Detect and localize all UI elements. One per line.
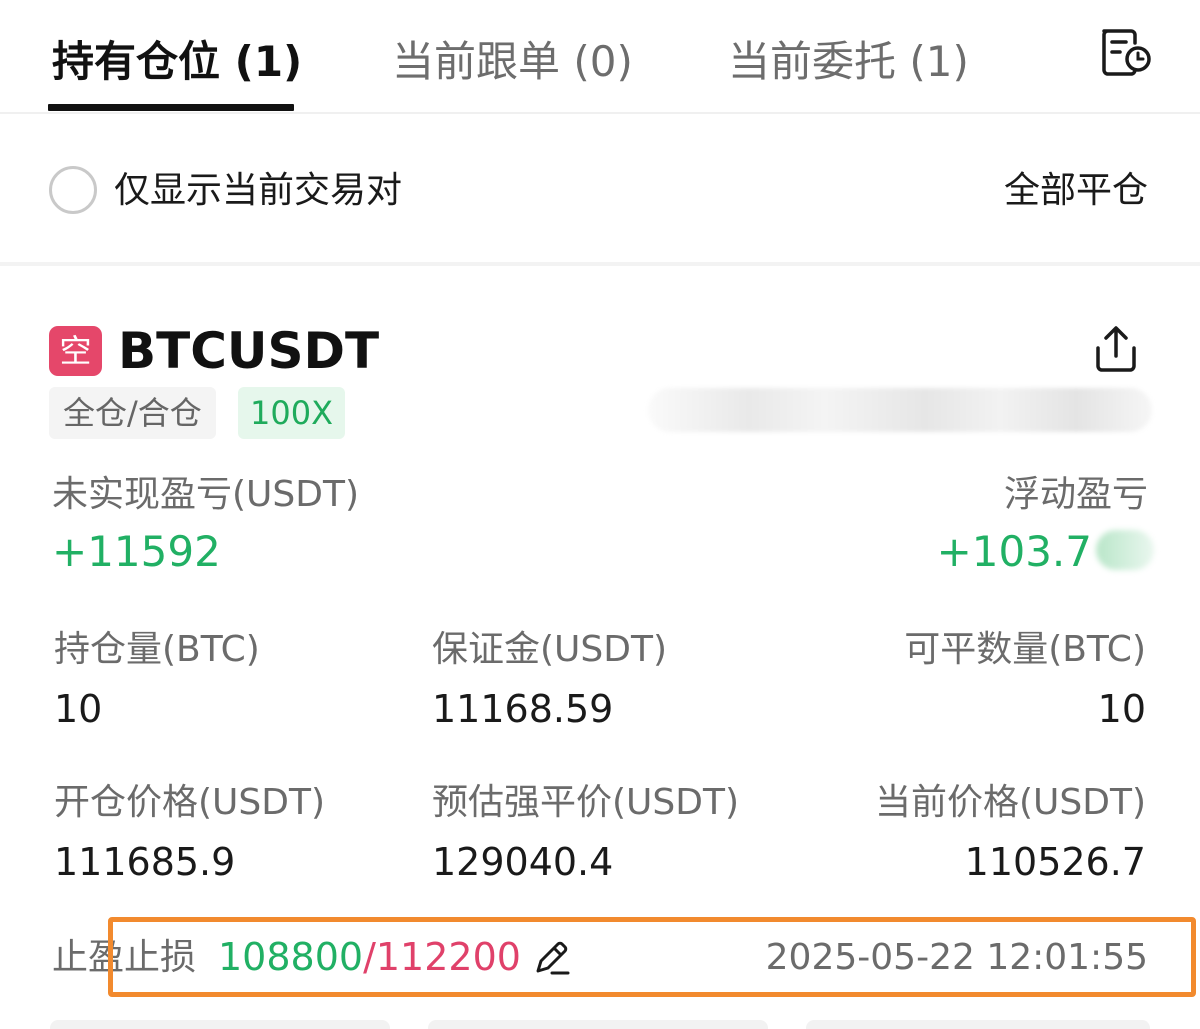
- order-history-icon[interactable]: [1098, 26, 1154, 78]
- redacted-info: [648, 388, 1152, 432]
- leverage-tag[interactable]: 100X: [238, 387, 345, 439]
- stop-loss-value: 112200: [375, 935, 521, 979]
- position-tabs: 持有仓位 (1) 当前跟单 (0) 当前委托 (1): [0, 0, 1200, 114]
- short-side-badge: 空: [49, 326, 102, 376]
- redacted-digits: [1096, 530, 1154, 570]
- margin-label: 保证金(USDT): [432, 629, 668, 670]
- share-icon[interactable]: [1092, 324, 1140, 374]
- size-value: 10: [54, 687, 103, 731]
- action-buttons-peek: [50, 1020, 1150, 1029]
- mark-price-value: 110526.7: [964, 840, 1146, 884]
- entry-price-label: 开仓价格(USDT): [54, 782, 326, 823]
- close-all-button[interactable]: 全部平仓: [1004, 168, 1148, 214]
- current-pair-only-radio[interactable]: [49, 166, 97, 214]
- closable-qty-label: 可平数量(BTC): [904, 629, 1146, 670]
- tab-positions[interactable]: 持有仓位 (1): [52, 34, 302, 90]
- filter-row: 仅显示当前交易对 全部平仓: [0, 118, 1200, 266]
- liq-price-label: 预估强平价(USDT): [432, 782, 740, 823]
- take-profit-value: 108800: [218, 935, 364, 979]
- tab-open-orders[interactable]: 当前委托 (1): [728, 34, 969, 90]
- unrealized-pnl-label: 未实现盈亏(USDT): [52, 474, 360, 515]
- closable-qty-value: 10: [1097, 687, 1146, 731]
- active-tab-indicator: [48, 104, 294, 111]
- tpsl-row: 止盈止损 108800/112200 2025-05-22 12:01:55: [0, 915, 1200, 1001]
- floating-pnl-label: 浮动盈亏: [1003, 474, 1148, 515]
- tpsl-separator: /: [363, 935, 376, 979]
- position-symbol[interactable]: BTCUSDT: [118, 320, 379, 382]
- margin-mode-tag: 全仓/合仓: [49, 387, 216, 439]
- tab-copy-orders[interactable]: 当前跟单 (0): [392, 34, 633, 90]
- unrealized-pnl-value: +11592: [52, 527, 221, 576]
- pencil-icon[interactable]: [532, 937, 572, 977]
- liq-price-value: 129040.4: [432, 840, 614, 884]
- tpsl-values[interactable]: 108800/112200: [218, 933, 521, 981]
- open-time: 2025-05-22 12:01:55: [765, 937, 1148, 978]
- current-pair-only-label[interactable]: 仅显示当前交易对: [114, 168, 402, 214]
- floating-pnl-value: +103.7: [936, 527, 1092, 576]
- mark-price-label: 当前价格(USDT): [874, 782, 1146, 823]
- entry-price-value: 111685.9: [54, 840, 236, 884]
- margin-value: 11168.59: [432, 687, 614, 731]
- tpsl-label: 止盈止损: [52, 937, 197, 978]
- size-label: 持仓量(BTC): [54, 629, 260, 670]
